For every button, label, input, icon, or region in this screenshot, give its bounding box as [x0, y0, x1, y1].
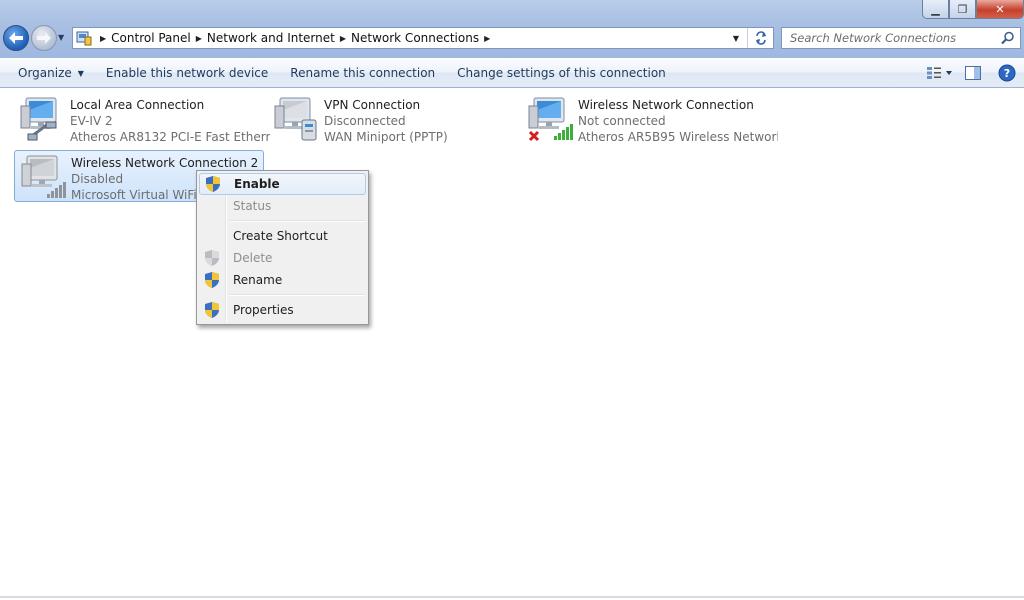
menu-item-properties[interactable]: Properties	[199, 299, 366, 321]
bottom-divider	[0, 596, 1024, 598]
preview-pane-button[interactable]	[956, 59, 990, 87]
window-chrome: ▁ ❐ ✕ ▼ ▶ Control Panel ▶ Network and In…	[0, 0, 1024, 58]
breadcrumb-separator[interactable]: ▶	[95, 34, 111, 43]
ethernet-adapter-icon	[18, 96, 66, 142]
back-arrow-icon	[9, 32, 23, 44]
command-bar-right: ?	[922, 59, 1024, 87]
connection-item-local-area[interactable]: Local Area Connection EV-IV 2 Atheros AR…	[14, 93, 270, 145]
menu-item-label: Delete	[233, 251, 273, 265]
connection-status: Not connected	[578, 114, 666, 128]
minimize-button[interactable]: ▁	[922, 0, 949, 19]
recent-pages-button[interactable]: ▼	[58, 33, 64, 42]
menu-item-create-shortcut[interactable]: Create Shortcut	[199, 225, 366, 247]
search-icon[interactable]	[1001, 31, 1015, 48]
refresh-icon	[755, 31, 766, 45]
menu-item-enable[interactable]: Enable	[199, 173, 366, 195]
back-button[interactable]	[3, 25, 29, 51]
menu-item-label: Rename	[233, 273, 283, 287]
connections-view: Local Area Connection EV-IV 2 Atheros AR…	[0, 89, 1024, 598]
menu-item-label: Enable	[234, 177, 280, 191]
context-menu: Enable Status Create Shortcut Delete Ren…	[196, 170, 369, 325]
change-view-button[interactable]	[922, 59, 956, 87]
help-button[interactable]: ?	[990, 59, 1024, 87]
menu-item-rename[interactable]: Rename	[199, 269, 366, 291]
refresh-button[interactable]	[747, 28, 773, 48]
maximize-button[interactable]: ❐	[949, 0, 976, 19]
organize-menu-button[interactable]: Organize ▼	[0, 59, 95, 87]
forward-button[interactable]	[31, 25, 57, 51]
enable-device-label: Enable this network device	[105, 66, 269, 80]
menu-separator	[199, 291, 366, 299]
search-input[interactable]	[790, 31, 990, 45]
menu-item-label: Status	[233, 199, 272, 213]
breadcrumb-network-and-internet[interactable]: Network and Internet	[207, 31, 335, 45]
connection-name: Local Area Connection	[70, 98, 205, 112]
rename-connection-label: Rename this connection	[290, 66, 436, 80]
wireless-disabled-icon	[19, 154, 67, 200]
rename-connection-button[interactable]: Rename this connection	[279, 59, 446, 87]
menu-item-status[interactable]: Status	[199, 195, 366, 217]
enable-device-button[interactable]: Enable this network device	[95, 59, 279, 87]
preview-pane-icon	[965, 66, 981, 80]
view-options-icon	[927, 67, 952, 79]
menu-item-delete[interactable]: Delete	[199, 247, 366, 269]
menu-item-label: Properties	[233, 303, 294, 317]
connection-details: VPN Connection Disconnected WAN Miniport…	[324, 97, 524, 145]
connection-details: Local Area Connection EV-IV 2 Atheros AR…	[70, 97, 270, 145]
connection-status: Disconnected	[324, 114, 406, 128]
change-settings-label: Change settings of this connection	[457, 66, 666, 80]
command-bar: Organize ▼ Enable this network device Re…	[0, 58, 1024, 88]
connection-device: Atheros AR5B95 Wireless Network...	[578, 130, 778, 144]
connection-device: Atheros AR8132 PCI-E Fast Ethern...	[70, 130, 270, 144]
change-settings-button[interactable]: Change settings of this connection	[446, 59, 677, 87]
address-history-dropdown[interactable]: ▼	[726, 28, 746, 48]
connection-name: VPN Connection	[324, 98, 421, 112]
breadcrumb-separator[interactable]: ▶	[479, 34, 495, 43]
help-icon: ?	[998, 64, 1016, 82]
uac-shield-icon	[199, 302, 225, 318]
connection-name: Wireless Network Connection	[578, 98, 754, 112]
menu-item-label: Create Shortcut	[233, 229, 328, 243]
uac-shield-icon	[199, 250, 225, 266]
vpn-icon	[272, 96, 320, 142]
breadcrumb-separator[interactable]: ▶	[191, 34, 207, 43]
breadcrumb-network-connections[interactable]: Network Connections	[351, 31, 479, 45]
search-box[interactable]	[781, 27, 1021, 49]
organize-label: Organize	[18, 66, 72, 80]
control-panel-icon	[73, 28, 95, 48]
uac-shield-icon	[199, 272, 225, 288]
wireless-not-connected-icon	[526, 96, 574, 142]
connection-item-wireless[interactable]: Wireless Network Connection Not connecte…	[522, 93, 778, 145]
address-bar[interactable]: ▶ Control Panel ▶ Network and Internet ▶…	[72, 27, 774, 49]
window-controls: ▁ ❐ ✕	[922, 0, 1024, 19]
connection-item-vpn[interactable]: VPN Connection Disconnected WAN Miniport…	[268, 93, 518, 145]
breadcrumb-separator[interactable]: ▶	[335, 34, 351, 43]
connection-device: WAN Miniport (PPTP)	[324, 130, 448, 144]
close-button[interactable]: ✕	[976, 0, 1024, 19]
menu-separator	[199, 217, 366, 225]
chevron-down-icon: ▼	[77, 68, 84, 78]
connection-status: EV-IV 2	[70, 114, 113, 128]
breadcrumb-control-panel[interactable]: Control Panel	[111, 31, 191, 45]
svg-text:?: ?	[1004, 67, 1010, 80]
uac-shield-icon	[200, 176, 226, 192]
connection-details: Wireless Network Connection Not connecte…	[578, 97, 778, 145]
forward-arrow-icon	[37, 32, 51, 44]
connection-name: Wireless Network Connection 2	[71, 156, 259, 170]
